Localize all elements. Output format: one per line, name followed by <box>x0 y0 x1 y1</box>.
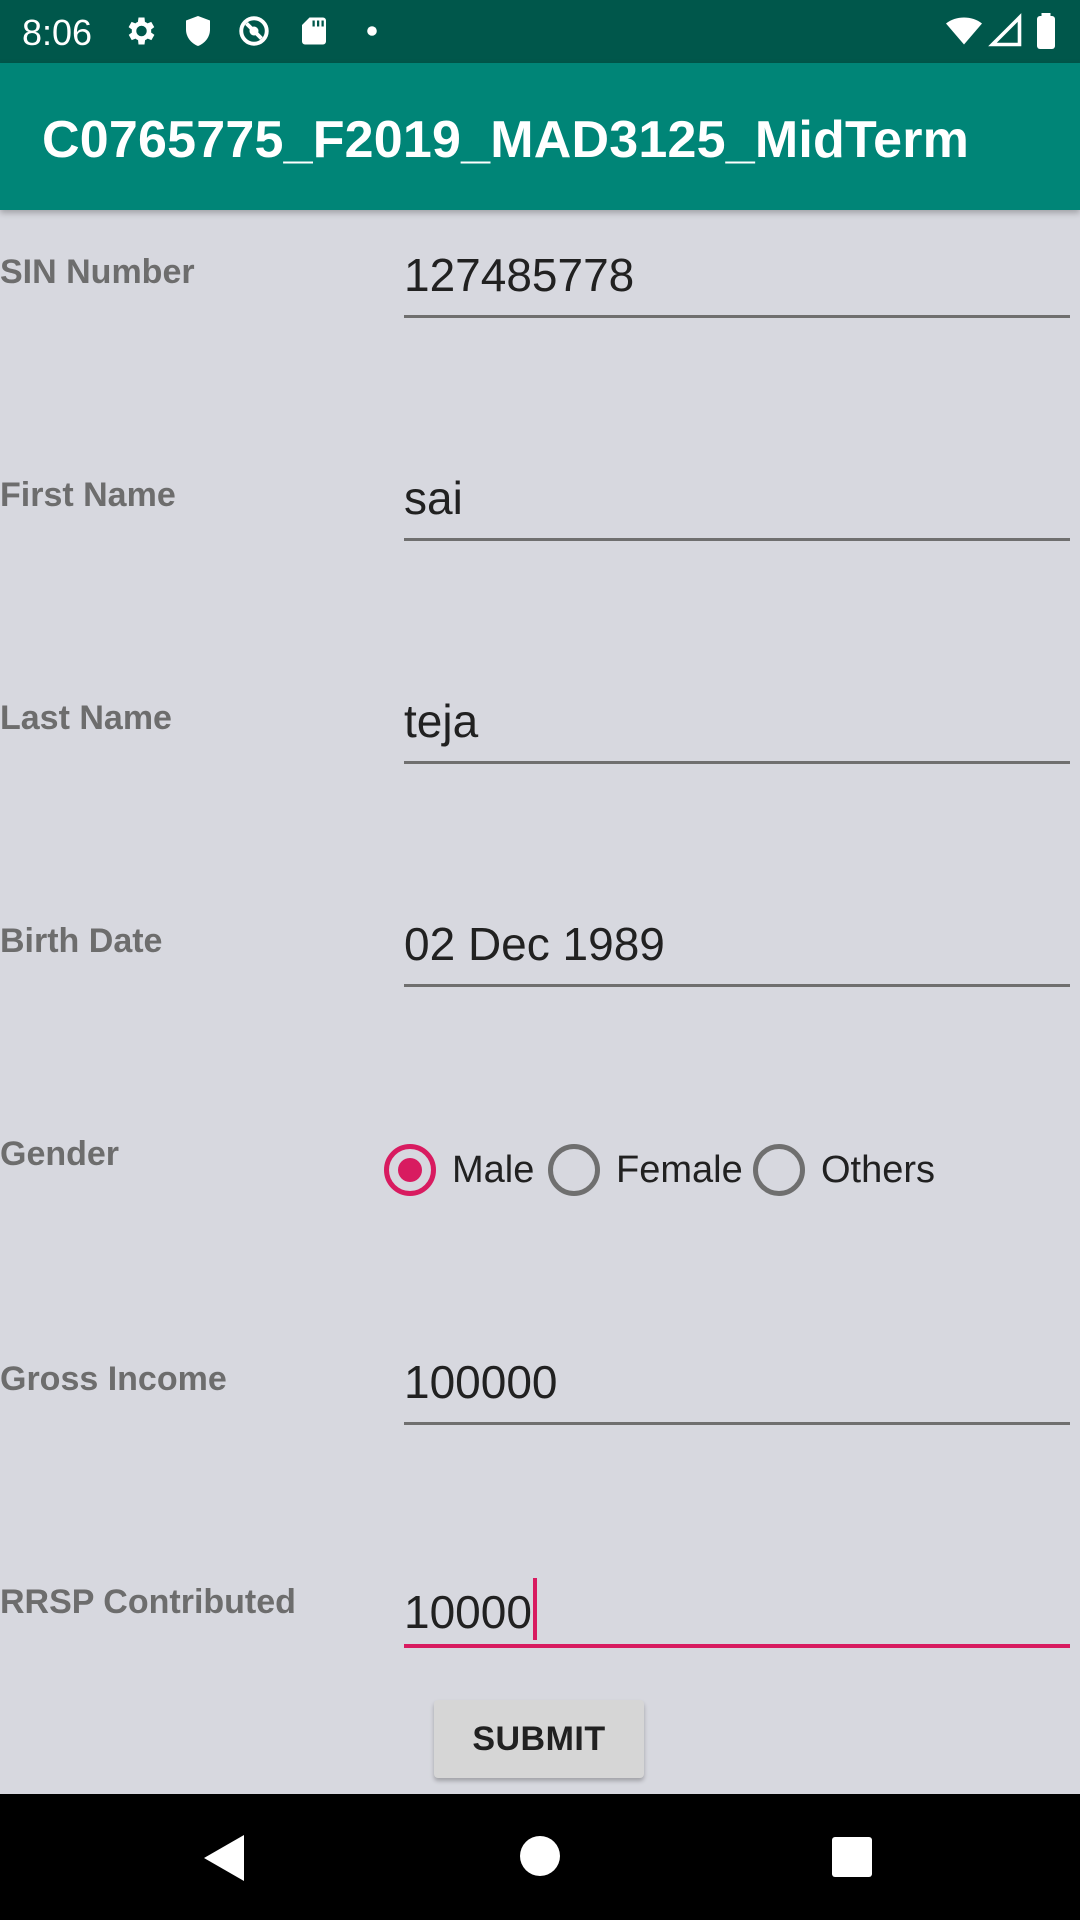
status-time: 8:06 <box>22 12 93 53</box>
gear-icon <box>128 17 155 45</box>
first-name-field[interactable]: sai <box>404 463 1070 541</box>
birth-date-value: 02 Dec 1989 <box>404 918 665 970</box>
gross-income-label: Gross Income <box>0 1360 227 1398</box>
radio-unchecked-icon <box>753 1144 805 1196</box>
wifi-icon <box>946 17 982 45</box>
sin-value: 127485778 <box>404 249 635 301</box>
data-saver-icon <box>239 16 269 46</box>
last-name-value: teja <box>404 695 479 747</box>
radio-checked-icon <box>384 1144 436 1196</box>
home-icon[interactable] <box>520 1836 560 1876</box>
shield-icon <box>186 16 210 46</box>
rrsp-label: RRSP Contributed <box>0 1583 296 1621</box>
rrsp-value-wrap: 10000 <box>404 1578 537 1640</box>
rrsp-field[interactable]: 10000 <box>404 1570 1070 1648</box>
birth-date-label: Birth Date <box>0 922 163 960</box>
first-name-label: First Name <box>0 476 176 514</box>
back-icon[interactable] <box>204 1835 244 1881</box>
gender-radio-male[interactable]: Male <box>384 1142 534 1198</box>
submit-button[interactable]: SUBMIT <box>434 1700 644 1778</box>
signal-icon <box>988 13 1022 47</box>
battery-icon <box>1037 13 1055 49</box>
birth-date-field[interactable]: 02 Dec 1989 <box>404 909 1070 987</box>
sin-label: SIN Number <box>0 253 195 291</box>
gender-label: Gender <box>0 1135 120 1173</box>
first-name-value: sai <box>404 472 463 524</box>
last-name-label: Last Name <box>0 699 172 737</box>
last-name-field[interactable]: teja <box>404 686 1070 764</box>
sin-field[interactable]: 127485778 <box>404 240 1070 318</box>
navigation-bar <box>0 1794 1080 1920</box>
rrsp-value: 10000 <box>404 1586 532 1638</box>
gross-income-value: 100000 <box>404 1356 558 1408</box>
gender-radio-female[interactable]: Female <box>548 1142 743 1198</box>
gender-option-label: Female <box>616 1148 743 1191</box>
gender-option-label: Others <box>821 1148 936 1191</box>
sd-card-icon <box>302 17 326 45</box>
app-bar: C0765775_F2019_MAD3125_MidTerm <box>0 63 1080 210</box>
text-cursor <box>532 1578 537 1640</box>
gender-radio-others[interactable]: Others <box>753 1142 935 1198</box>
app-title: C0765775_F2019_MAD3125_MidTerm <box>42 111 970 169</box>
dot-icon <box>367 26 377 36</box>
radio-unchecked-icon <box>548 1144 600 1196</box>
gender-option-label: Male <box>452 1148 535 1191</box>
recents-icon[interactable] <box>832 1837 872 1877</box>
status-bar: 8:06 <box>0 0 1080 63</box>
gross-income-field[interactable]: 100000 <box>404 1347 1070 1425</box>
